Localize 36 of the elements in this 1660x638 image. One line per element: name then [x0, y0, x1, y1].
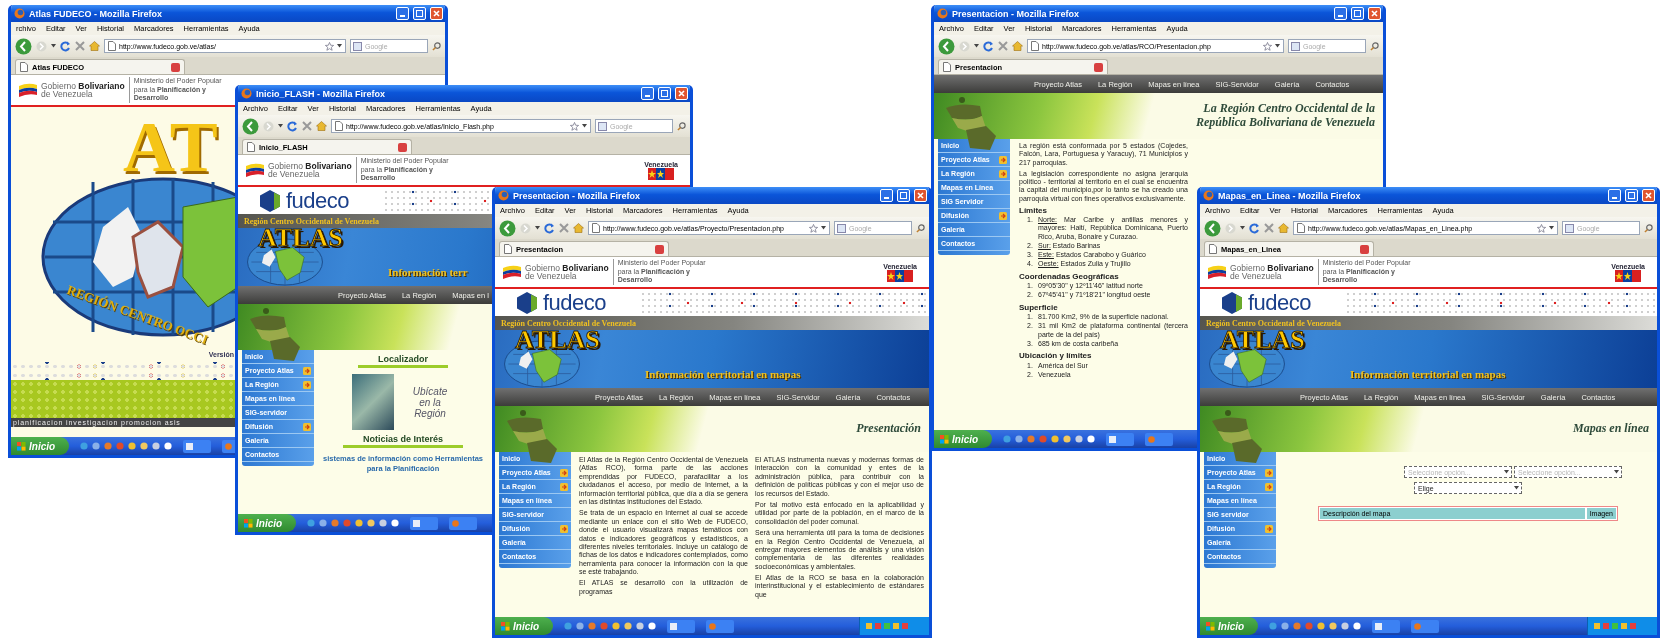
atlas-logo: ATLAS	[258, 225, 343, 251]
page-heading: La Región Centro Occidental de la República Bolivariana de Venezuela	[1195, 102, 1375, 130]
government-name: Gobierno Bolivariano	[525, 263, 609, 272]
section-title: Superficie	[1019, 302, 1059, 313]
window-title: Atlas FUDECO - Mozilla Firefox	[29, 8, 163, 19]
banner-title: Información territorial en mapas	[1350, 368, 1506, 380]
banner-title: Información territorial en mapas	[645, 368, 801, 380]
government-name: Gobierno Bolivariano	[268, 161, 352, 170]
atlas-logo: ATLAS	[515, 327, 600, 353]
brand-name: fudeco	[1248, 291, 1312, 314]
brand-name: fudeco	[543, 291, 607, 314]
section-title: Localizador	[358, 354, 448, 368]
region-title: Región Centro Occidental de Venezuela	[1206, 318, 1341, 328]
atlas-logo: ATLAS	[1220, 327, 1305, 353]
window-title: Presentacion - Mozilla Firefox	[513, 190, 642, 201]
page-heading: Presentación	[856, 422, 921, 436]
brand-name: fudeco	[286, 189, 350, 212]
government-subname: de Venezuela	[41, 90, 94, 99]
window-title: Mapas_en_Linea - Mozilla Firefox	[1218, 190, 1362, 201]
government-name: Gobierno Bolivariano	[1230, 263, 1314, 272]
section-title: Ubicación y límites	[1019, 351, 1093, 361]
government-subname: de Venezuela	[525, 272, 578, 281]
region-title: Región Centro Occidental de Venezuela	[501, 318, 636, 328]
window-title: Presentacion - Mozilla Firefox	[952, 8, 1081, 19]
atlas-logo: AT	[123, 111, 218, 183]
government-subname: de Venezuela	[268, 170, 321, 179]
page-heading: Mapas en línea	[1573, 422, 1649, 436]
region-title: Región Centro Occidental de Venezuela	[244, 216, 379, 226]
window-title: Inicio_FLASH - Mozilla Firefox	[256, 88, 386, 99]
government-subname: de Venezuela	[1230, 272, 1283, 281]
locator-caption: Ubícate en la Región	[411, 385, 449, 419]
banner-title: Información terr	[388, 266, 468, 278]
section-title: Noticias de Interés	[343, 434, 463, 448]
government-name: Gobierno Bolivariano	[41, 81, 125, 90]
section-title: Límites	[1019, 205, 1048, 216]
section-title: Coordenadas Geográficas	[1019, 271, 1120, 282]
